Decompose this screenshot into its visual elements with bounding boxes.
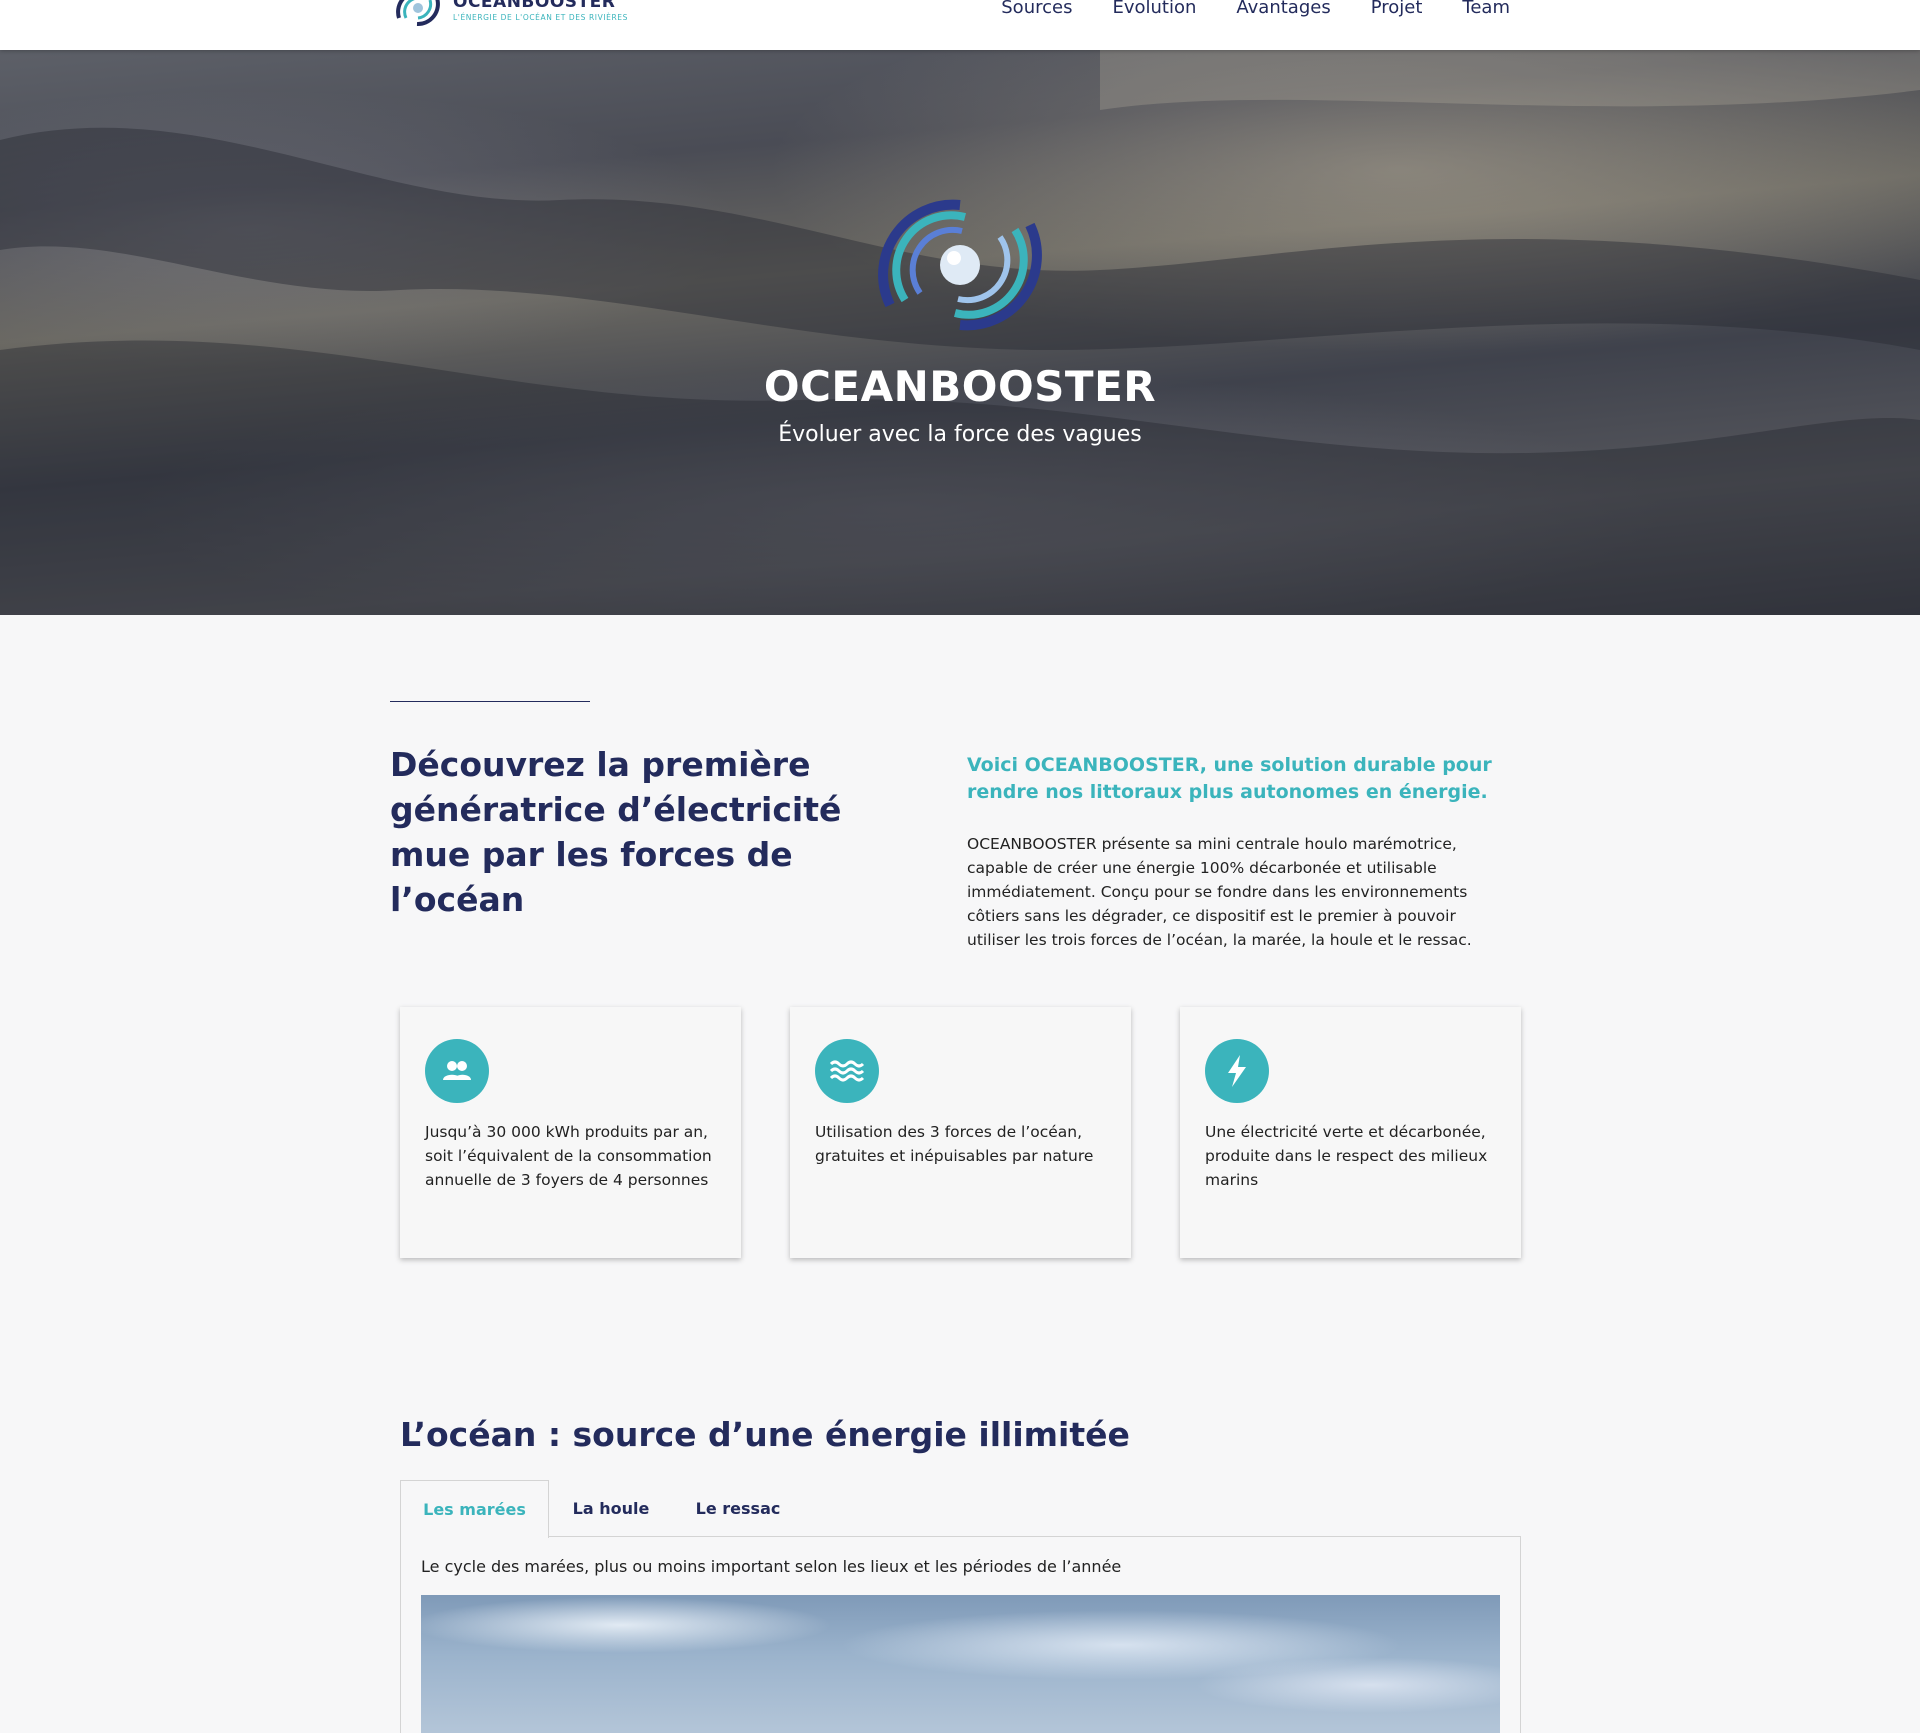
tab-caption: Le cycle des marées, plus ou moins impor… bbox=[421, 1557, 1122, 1576]
section-divider bbox=[390, 701, 590, 702]
brand-logo-link[interactable]: OCEANBOOSTER L'ÉNERGIE DE L'OCÉAN ET DES… bbox=[389, 0, 628, 28]
main-nav: Sources Evolution Avantages Projet Team bbox=[1001, 0, 1510, 18]
nav-link-team[interactable]: Team bbox=[1462, 0, 1510, 18]
people-icon bbox=[425, 1039, 489, 1103]
feature-card-text: Une électricité verte et décarbonée, pro… bbox=[1205, 1123, 1488, 1189]
feature-card-production: Jusqu’à 30 000 kWh produits par an, soit… bbox=[400, 1007, 741, 1258]
tab-la-houle[interactable]: La houle bbox=[549, 1480, 673, 1537]
intro-heading: Découvrez la première génératrice d’élec… bbox=[390, 745, 842, 919]
sources-heading: L’océan : source d’une énergie illimitée bbox=[400, 1415, 1130, 1454]
intro-lead: Voici OCEANBOOSTER, une solution durable… bbox=[967, 754, 1492, 803]
hero-title: OCEANBOOSTER bbox=[763, 362, 1157, 411]
feature-card-green: Une électricité verte et décarbonée, pro… bbox=[1180, 1007, 1521, 1258]
feature-cards: Jusqu’à 30 000 kWh produits par an, soit… bbox=[400, 1007, 1521, 1258]
tab-le-ressac[interactable]: Le ressac bbox=[673, 1480, 803, 1537]
nav-link-sources[interactable]: Sources bbox=[1001, 0, 1072, 18]
brand-name: OCEANBOOSTER bbox=[453, 0, 616, 13]
nav-link-projet[interactable]: Projet bbox=[1371, 0, 1423, 18]
feature-card-forces: Utilisation des 3 forces de l’océan, gra… bbox=[790, 1007, 1131, 1258]
hero-banner: OCEANBOOSTER Évoluer avec la force des v… bbox=[0, 50, 1920, 615]
water-waves-icon bbox=[815, 1039, 879, 1103]
hero-subtitle: Évoluer avec la force des vagues bbox=[778, 422, 1142, 447]
nav-link-avantages[interactable]: Avantages bbox=[1236, 0, 1330, 18]
oceanbooster-hero-logo-icon bbox=[878, 199, 1042, 331]
top-navbar: OCEANBOOSTER L'ÉNERGIE DE L'OCÉAN ET DES… bbox=[0, 0, 1920, 50]
tides-sky-image bbox=[421, 1595, 1500, 1733]
feature-card-text: Jusqu’à 30 000 kWh produits par an, soit… bbox=[425, 1123, 712, 1189]
sources-tabs: Les marées La houle Le ressac bbox=[400, 1480, 1521, 1538]
feature-card-text: Utilisation des 3 forces de l’océan, gra… bbox=[815, 1123, 1094, 1165]
tab-les-marees[interactable]: Les marées bbox=[400, 1480, 549, 1538]
intro-body: OCEANBOOSTER présente sa mini centrale h… bbox=[967, 835, 1472, 949]
brand-tagline: L'ÉNERGIE DE L'OCÉAN ET DES RIVIÈRES bbox=[453, 13, 629, 23]
lightning-bolt-icon bbox=[1205, 1039, 1269, 1103]
nav-link-evolution[interactable]: Evolution bbox=[1112, 0, 1196, 18]
oceanbooster-logo-icon bbox=[396, 0, 440, 26]
tab-panel-marees: Le cycle des marées, plus ou moins impor… bbox=[400, 1537, 1521, 1733]
